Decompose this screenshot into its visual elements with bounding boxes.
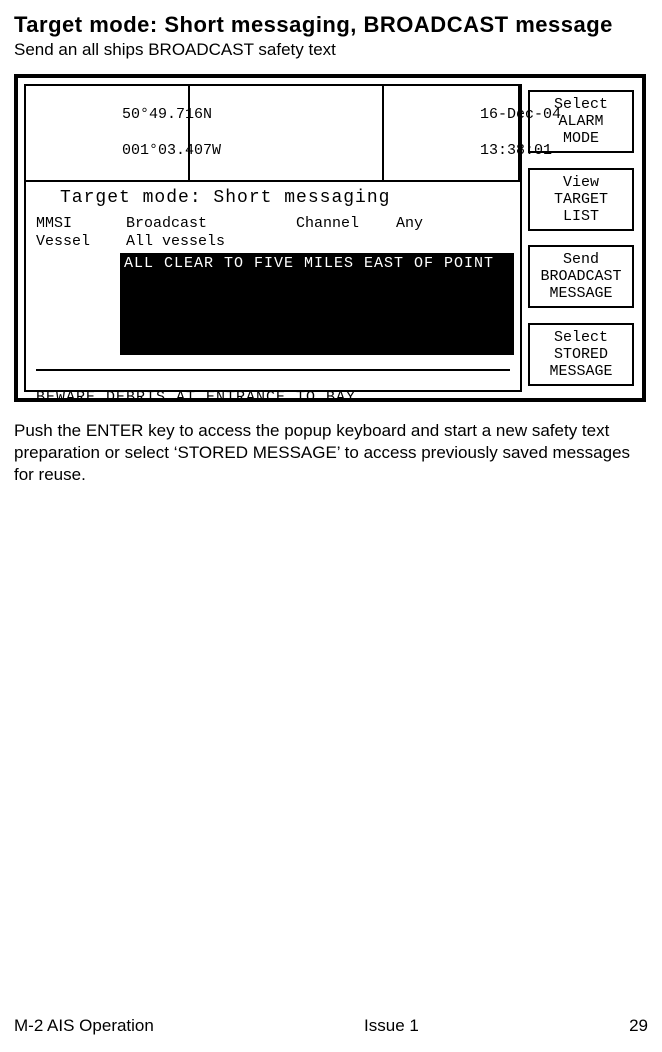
lcd-screen: 50°49.716N 001°03.407W 16-Dec-04 13:38:0… <box>24 84 522 392</box>
device-frame: 50°49.716N 001°03.407W 16-Dec-04 13:38:0… <box>14 74 646 402</box>
softkey-select-alarm-mode[interactable]: Select ALARM MODE <box>528 90 634 153</box>
footer-right: 29 <box>629 1016 648 1036</box>
stored-message-preview: BEWARE DEBRIS AT ENTRANCE TO BAY ... <box>26 371 520 407</box>
status-spacer <box>190 86 384 182</box>
vessel-value: All vessels <box>126 233 225 251</box>
footer-left: M-2 AIS Operation <box>14 1016 154 1036</box>
softkey-column: Select ALARM MODE View TARGET LIST Send … <box>528 90 634 386</box>
mmsi-value: Broadcast <box>126 215 296 233</box>
instruction-text: Push the ENTER key to access the popup k… <box>14 420 646 486</box>
compose-text-box[interactable]: ALL CLEAR TO FIVE MILES EAST OF POINT <box>120 253 514 355</box>
mode-line: Target mode: Short messaging <box>26 183 520 215</box>
fields-block: MMSI Broadcast Channel Any Vessel All ve… <box>26 215 520 251</box>
coords-cell: 50°49.716N 001°03.407W <box>26 86 190 182</box>
stored-message-text: BEWARE DEBRIS AT ENTRANCE TO BAY <box>36 389 356 407</box>
status-bar: 50°49.716N 001°03.407W 16-Dec-04 13:38:0… <box>26 86 520 183</box>
ellipsis: ... <box>480 389 510 407</box>
footer-center: Issue 1 <box>364 1016 419 1036</box>
mmsi-label: MMSI <box>36 215 126 233</box>
page-title: Target mode: Short messaging, BROADCAST … <box>14 12 648 38</box>
softkey-send-broadcast-message[interactable]: Send BROADCAST MESSAGE <box>528 245 634 308</box>
softkey-view-target-list[interactable]: View TARGET LIST <box>528 168 634 231</box>
channel-value: Any <box>396 215 423 233</box>
datetime-cell: 16-Dec-04 13:38:01 <box>384 86 520 182</box>
page-footer: M-2 AIS Operation Issue 1 29 <box>14 1016 648 1036</box>
softkey-select-stored-message[interactable]: Select STORED MESSAGE <box>528 323 634 386</box>
channel-label: Channel <box>296 215 396 233</box>
vessel-label: Vessel <box>36 233 126 251</box>
page-subtitle: Send an all ships BROADCAST safety text <box>14 40 648 60</box>
